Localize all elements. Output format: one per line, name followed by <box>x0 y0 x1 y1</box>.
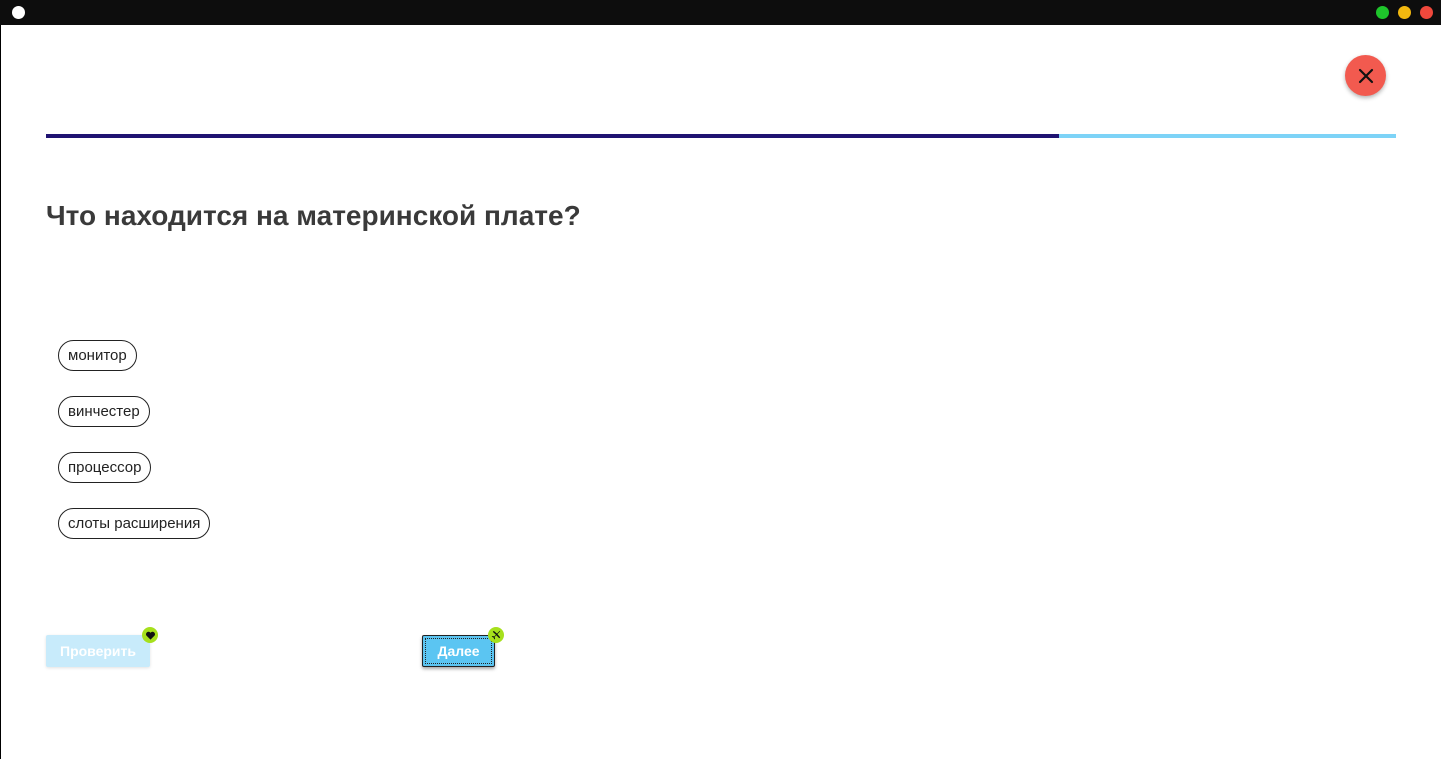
check-button-label: Проверить <box>60 643 136 659</box>
maximize-button[interactable] <box>1376 6 1389 19</box>
progress-bar-fill <box>46 134 1059 138</box>
window-close-button[interactable] <box>1420 6 1433 19</box>
app-icon <box>12 6 25 19</box>
window-titlebar <box>0 0 1441 25</box>
next-button-label: Далее <box>437 643 480 659</box>
answer-option[interactable]: процессор <box>58 452 152 483</box>
airplane-icon <box>488 627 504 643</box>
progress-bar <box>46 134 1396 138</box>
close-icon <box>1358 68 1373 83</box>
answer-option[interactable]: винчестер <box>58 396 150 427</box>
close-quiz-button[interactable] <box>1345 55 1386 96</box>
minimize-button[interactable] <box>1398 6 1411 19</box>
check-button[interactable]: Проверить <box>46 635 150 667</box>
heart-icon <box>142 627 158 643</box>
answer-option[interactable]: монитор <box>58 340 137 371</box>
question-title: Что находится на материнской плате? <box>46 200 581 231</box>
next-button[interactable]: Далее <box>422 635 495 667</box>
answer-option[interactable]: слоты расширения <box>58 508 211 539</box>
